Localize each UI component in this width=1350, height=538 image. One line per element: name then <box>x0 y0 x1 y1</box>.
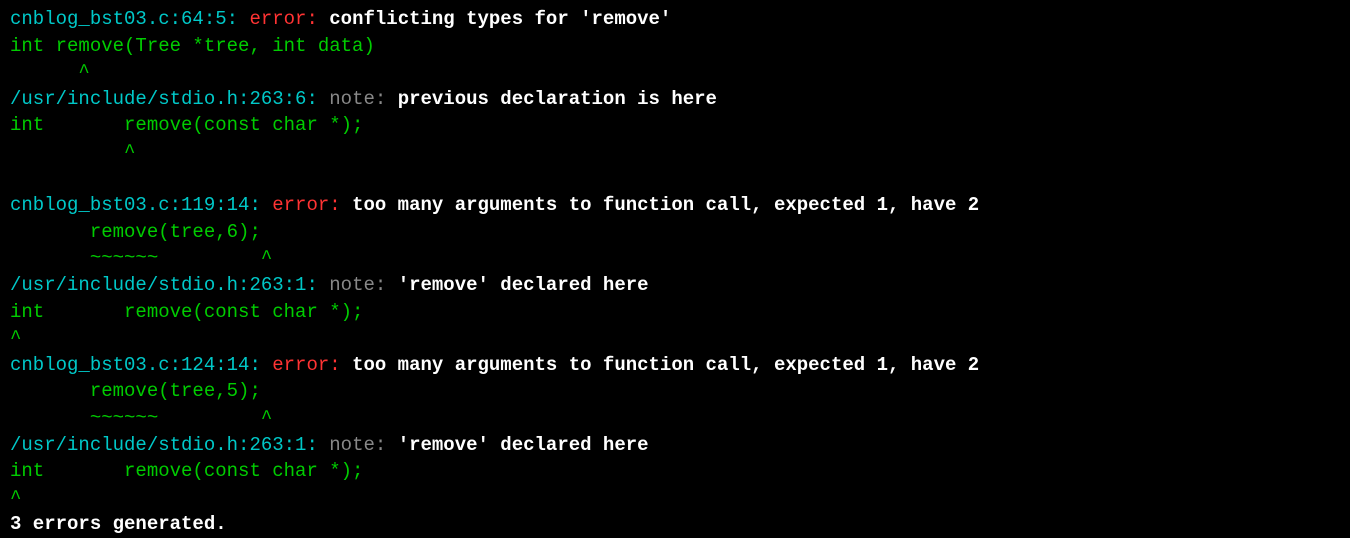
terminal-line: int remove(const char *); <box>10 458 1340 485</box>
terminal-segment: previous declaration is here <box>398 88 717 110</box>
terminal-segment: ~~~~~~ ^ <box>10 247 272 269</box>
terminal-segment: /usr/include/stdio.h:263:1: <box>10 434 329 456</box>
terminal-line: ^ <box>10 59 1340 86</box>
terminal-segment: remove(tree,6); <box>10 221 261 243</box>
terminal-segment: 3 errors generated. <box>10 513 227 535</box>
terminal-line: int remove(Tree *tree, int data) <box>10 33 1340 60</box>
terminal-segment: int remove(const char *); <box>10 114 363 136</box>
terminal-line: cnblog_bst03.c:124:14: error: too many a… <box>10 352 1340 379</box>
terminal-segment: /usr/include/stdio.h:263:1: <box>10 274 329 296</box>
terminal-segment: error: <box>272 194 352 216</box>
terminal-line: remove(tree,5); <box>10 378 1340 405</box>
terminal-line: int remove(const char *); <box>10 112 1340 139</box>
terminal-segment: ^ <box>10 327 21 349</box>
terminal-segment: cnblog_bst03.c:119:14: <box>10 194 272 216</box>
terminal-segment: /usr/include/stdio.h:263:6: <box>10 88 329 110</box>
terminal-line: ^ <box>10 139 1340 166</box>
terminal-segment: remove(tree,5); <box>10 380 261 402</box>
terminal-line: ^ <box>10 485 1340 512</box>
terminal-segment: note: <box>329 274 397 296</box>
terminal-line: ^ <box>10 325 1340 352</box>
terminal-line: 3 errors generated. <box>10 511 1340 538</box>
terminal-segment: conflicting types for 'remove' <box>329 8 671 30</box>
terminal-segment: note: <box>329 88 397 110</box>
terminal-segment: ^ <box>10 61 90 83</box>
terminal-segment: int remove(Tree *tree, int data) <box>10 35 375 57</box>
terminal-segment: ^ <box>10 141 135 163</box>
terminal-segment: 'remove' declared here <box>398 434 649 456</box>
terminal-line: /usr/include/stdio.h:263:1: note: 'remov… <box>10 432 1340 459</box>
terminal-segment: note: <box>329 434 397 456</box>
terminal-line: /usr/include/stdio.h:263:6: note: previo… <box>10 86 1340 113</box>
terminal-line: ~~~~~~ ^ <box>10 405 1340 432</box>
terminal-output: cnblog_bst03.c:64:5: error: conflicting … <box>10 6 1340 538</box>
terminal-line: cnblog_bst03.c:119:14: error: too many a… <box>10 192 1340 219</box>
terminal-segment: int remove(const char *); <box>10 301 363 323</box>
terminal-line: cnblog_bst03.c:64:5: error: conflicting … <box>10 6 1340 33</box>
terminal-segment: error: <box>249 8 329 30</box>
terminal-line <box>10 166 1340 193</box>
terminal-segment: cnblog_bst03.c:64:5: <box>10 8 249 30</box>
terminal-segment: int remove(const char *); <box>10 460 363 482</box>
terminal-segment: too many arguments to function call, exp… <box>352 194 979 216</box>
terminal-line: int remove(const char *); <box>10 299 1340 326</box>
terminal-segment: error: <box>272 354 352 376</box>
terminal-segment: ~~~~~~ ^ <box>10 407 272 429</box>
terminal-segment: 'remove' declared here <box>398 274 649 296</box>
terminal-segment: cnblog_bst03.c:124:14: <box>10 354 272 376</box>
terminal-line: ~~~~~~ ^ <box>10 245 1340 272</box>
terminal-line: remove(tree,6); <box>10 219 1340 246</box>
terminal-line: /usr/include/stdio.h:263:1: note: 'remov… <box>10 272 1340 299</box>
terminal-segment: too many arguments to function call, exp… <box>352 354 979 376</box>
terminal-segment: ^ <box>10 487 21 509</box>
